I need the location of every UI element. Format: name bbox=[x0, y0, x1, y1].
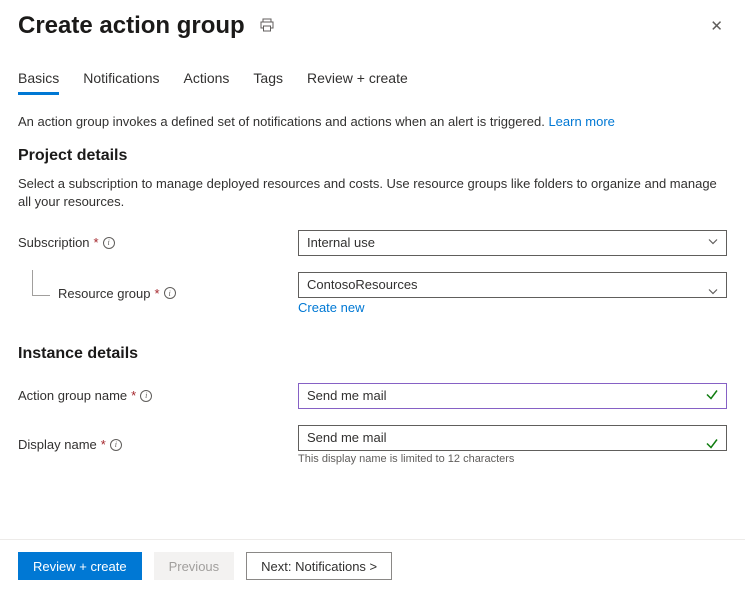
resource-group-select[interactable]: ContosoResources bbox=[298, 272, 727, 298]
info-icon[interactable]: i bbox=[140, 390, 152, 402]
intro-body: An action group invokes a defined set of… bbox=[18, 114, 548, 129]
instance-details-heading: Instance details bbox=[18, 345, 727, 363]
page-title: Create action group bbox=[18, 12, 245, 40]
info-icon[interactable]: i bbox=[164, 287, 176, 299]
subscription-select[interactable]: Internal use bbox=[298, 230, 727, 256]
display-name-helper: This display name is limited to 12 chara… bbox=[298, 453, 727, 465]
resource-group-label: Resource group * i bbox=[18, 286, 298, 301]
subscription-label: Subscription * i bbox=[18, 235, 298, 250]
required-asterisk: * bbox=[94, 235, 99, 250]
print-icon[interactable] bbox=[259, 17, 275, 36]
display-name-input[interactable] bbox=[298, 425, 727, 451]
review-create-button[interactable]: Review + create bbox=[18, 552, 142, 580]
close-icon[interactable]: ✕ bbox=[710, 17, 727, 35]
create-new-link[interactable]: Create new bbox=[298, 300, 364, 315]
tab-notifications[interactable]: Notifications bbox=[83, 70, 159, 95]
tab-basics[interactable]: Basics bbox=[18, 70, 59, 95]
tab-tags[interactable]: Tags bbox=[253, 70, 283, 95]
next-notifications-button[interactable]: Next: Notifications > bbox=[246, 552, 392, 580]
tab-review-create[interactable]: Review + create bbox=[307, 70, 408, 95]
intro-text: An action group invokes a defined set of… bbox=[18, 113, 727, 131]
display-name-label: Display name * i bbox=[18, 437, 298, 452]
tab-actions[interactable]: Actions bbox=[184, 70, 230, 95]
required-asterisk: * bbox=[131, 388, 136, 403]
required-asterisk: * bbox=[155, 286, 160, 301]
info-icon[interactable]: i bbox=[103, 237, 115, 249]
project-details-desc: Select a subscription to manage deployed… bbox=[18, 175, 727, 211]
action-group-name-label: Action group name * i bbox=[18, 388, 298, 403]
required-asterisk: * bbox=[101, 437, 106, 452]
tree-elbow-icon bbox=[32, 270, 50, 296]
tabs-nav: Basics Notifications Actions Tags Review… bbox=[18, 70, 727, 95]
previous-button: Previous bbox=[154, 552, 235, 580]
info-icon[interactable]: i bbox=[110, 439, 122, 451]
action-group-name-input[interactable] bbox=[298, 383, 727, 409]
project-details-heading: Project details bbox=[18, 147, 727, 165]
learn-more-link[interactable]: Learn more bbox=[548, 114, 614, 129]
footer-actions: Review + create Previous Next: Notificat… bbox=[0, 539, 745, 594]
page-header: Create action group ✕ bbox=[18, 12, 727, 40]
